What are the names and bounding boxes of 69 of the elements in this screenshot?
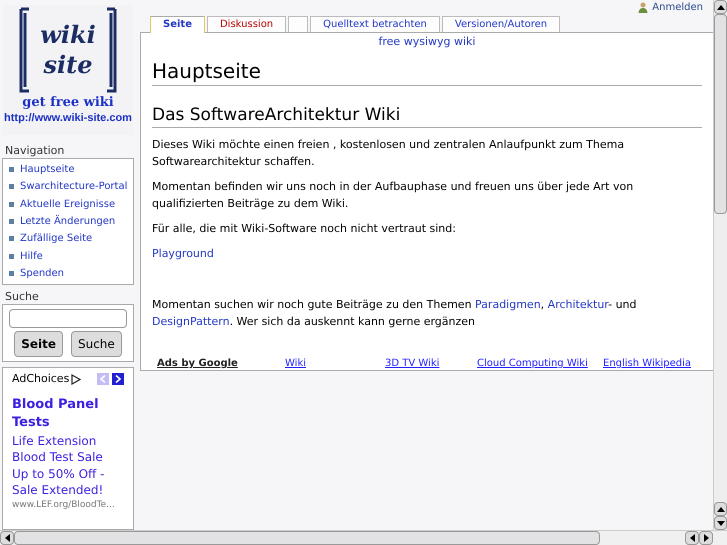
tab[interactable]: Seite (150, 16, 205, 33)
bullet-icon (9, 167, 14, 172)
bullet-icon (9, 202, 14, 207)
navigation-link[interactable]: Letzte Änderungen (20, 214, 116, 230)
logo-url: http://www.wiki-site.com (4, 111, 132, 126)
scroll-up-button[interactable] (714, 502, 727, 516)
down-arrow-icon (716, 520, 724, 526)
site-subtitle: free wysiwyg wiki (378, 35, 476, 49)
scroll-down-button[interactable] (714, 516, 727, 530)
ad-text[interactable]: Blood Test Sale (12, 449, 124, 466)
navigation-link[interactable]: Zufällige Seite (20, 231, 92, 246)
scrollbar-thumb[interactable] (714, 14, 727, 214)
paragraph: Momentan befinden wir uns noch in der Aufbauphase und freuen uns über jede Art von qualifizierten Beiträge zu dem Wiki. (152, 179, 634, 212)
bullet-icon (9, 219, 14, 224)
navigation-link[interactable]: Swarchitecture-Portal (20, 179, 128, 194)
scroll-left-button[interactable] (685, 531, 699, 545)
ad-text[interactable]: Sale Extended! (12, 482, 124, 499)
navigation-link[interactable]: Spenden (20, 266, 64, 281)
link[interactable]: DesignPattern (152, 315, 230, 328)
link[interactable]: Architektur (548, 298, 608, 311)
navigation-heading: Navigation (5, 144, 66, 158)
up-arrow-icon (716, 4, 724, 10)
search-field[interactable] (9, 309, 127, 328)
right-arrow-icon (704, 534, 708, 542)
login-link[interactable]: Anmelden (652, 0, 703, 15)
scroll-right-button[interactable] (699, 531, 713, 545)
navigation-link[interactable]: Hilfe (20, 248, 43, 264)
page-title: Hauptseite (152, 58, 702, 86)
logo-title: wiki site (39, 20, 97, 80)
go-button[interactable]: Seite (14, 331, 63, 358)
left-arrow-icon (4, 534, 10, 542)
scroll-up-button[interactable] (714, 0, 727, 14)
adchoices-icon[interactable] (71, 374, 82, 385)
tab[interactable]: Versionen/Autoren (442, 16, 560, 32)
paragraph: Momentan suchen wir noch gute Beiträge zu den Themen Paradigmen, Architektur- und DesignPattern. Wer sich da auskennt kann gerne ergänzen (152, 297, 638, 330)
logo-tagline: get free wiki (22, 95, 114, 110)
ads-by-google-link[interactable]: Ads by Google (157, 356, 285, 371)
left-arrow-icon (690, 534, 694, 542)
user-icon (638, 2, 648, 13)
ad-url[interactable]: www.LEF.org/BloodTe... (12, 498, 124, 512)
section-heading: Das SoftwareArchitektur Wiki (152, 104, 702, 128)
bullet-icon (9, 184, 14, 190)
paragraph: Dieses Wiki möchte einen freien , kostenlosen und zentralen Anlaufpunkt zum Thema Softwarearchitektur schaffen. (152, 137, 626, 170)
scrollbar-thumb[interactable] (14, 531, 600, 545)
bracket-icon (105, 5, 119, 95)
ad-text[interactable]: Life Extension (12, 432, 124, 450)
ad-link[interactable]: Wiki (285, 356, 385, 371)
paragraph: Für alle, die mit Wiki-Software noch nicht vertraut sind: (152, 221, 457, 237)
scroll-left-button[interactable] (0, 531, 14, 545)
next-button[interactable] (112, 373, 124, 386)
bullet-icon (9, 236, 14, 242)
ad-text[interactable]: Up to 50% Off - (12, 466, 124, 482)
navigation-link[interactable]: Hauptseite (20, 162, 74, 178)
tab[interactable]: Quelltext betrachten (310, 16, 440, 32)
ad-link[interactable]: 3D TV Wiki (385, 356, 477, 371)
ad-link[interactable]: English Wikipedia (603, 356, 692, 371)
link[interactable]: Playground (152, 247, 214, 260)
ad-link[interactable]: Cloud Computing Wiki (477, 356, 603, 371)
ad-title-link[interactable]: Blood Panel Tests (12, 396, 124, 433)
search-heading: Suche (5, 290, 40, 304)
adchoices-label[interactable]: AdChoices (12, 371, 70, 388)
bullet-icon (9, 254, 14, 259)
bullet-icon (9, 270, 14, 276)
up-arrow-icon (716, 506, 724, 512)
navigation-link[interactable]: Aktuelle Ereignisse (20, 196, 116, 212)
link[interactable]: Paradigmen (475, 298, 541, 311)
bracket-icon (17, 5, 31, 95)
search-button[interactable]: Suche (70, 331, 122, 358)
tab[interactable]: Diskussion (206, 16, 286, 32)
